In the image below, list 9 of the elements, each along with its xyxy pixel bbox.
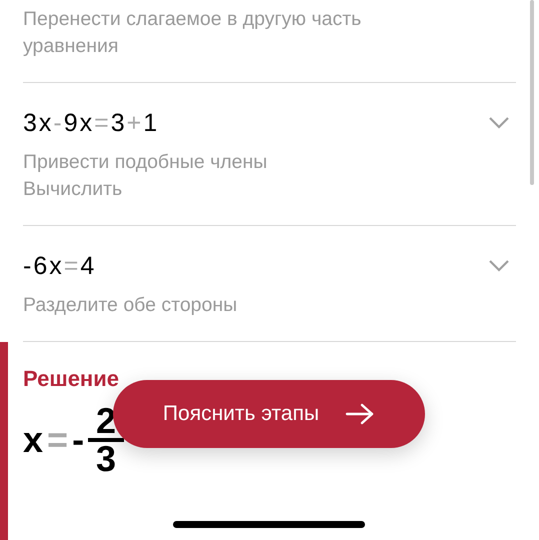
step-description: Вычислить	[23, 177, 124, 202]
chevron-icon[interactable]	[488, 116, 510, 130]
arrow-right-icon	[345, 403, 376, 425]
equation: 3x-9x=3+1	[23, 108, 160, 138]
chevron-icon[interactable]	[488, 259, 510, 273]
equation: -6x=4	[23, 251, 96, 281]
step-description: Привести подобные члены	[23, 150, 268, 175]
step-description: Перенести слагаемое в другую часть уравнения	[23, 7, 362, 59]
step-description: Разделите обе стороны	[23, 293, 238, 318]
